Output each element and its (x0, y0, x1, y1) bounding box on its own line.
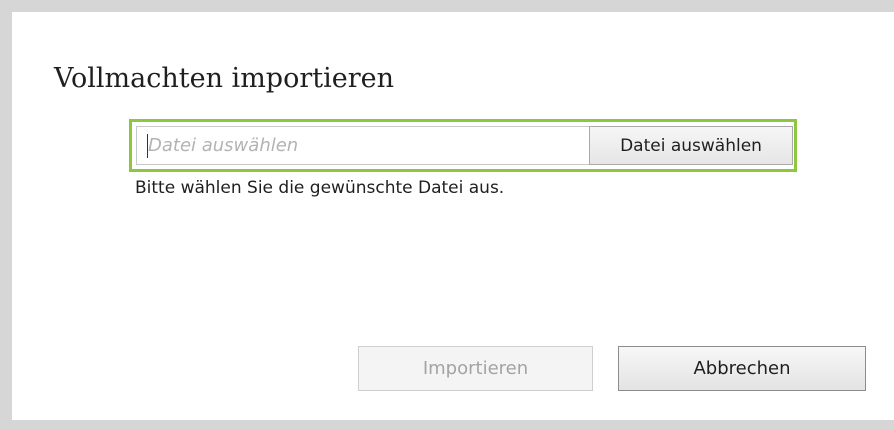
file-path-input[interactable] (136, 126, 589, 165)
import-button[interactable]: Importieren (358, 346, 593, 391)
file-hint-text: Bitte wählen Sie die gewünschte Datei au… (135, 178, 505, 198)
file-picker: Datei auswählen (129, 119, 797, 172)
text-cursor (147, 134, 148, 158)
import-dialog: Vollmachten importieren Datei auswählen … (12, 12, 894, 420)
dialog-title: Vollmachten importieren (54, 63, 394, 94)
choose-file-button[interactable]: Datei auswählen (589, 126, 793, 165)
cancel-button[interactable]: Abbrechen (618, 346, 866, 391)
